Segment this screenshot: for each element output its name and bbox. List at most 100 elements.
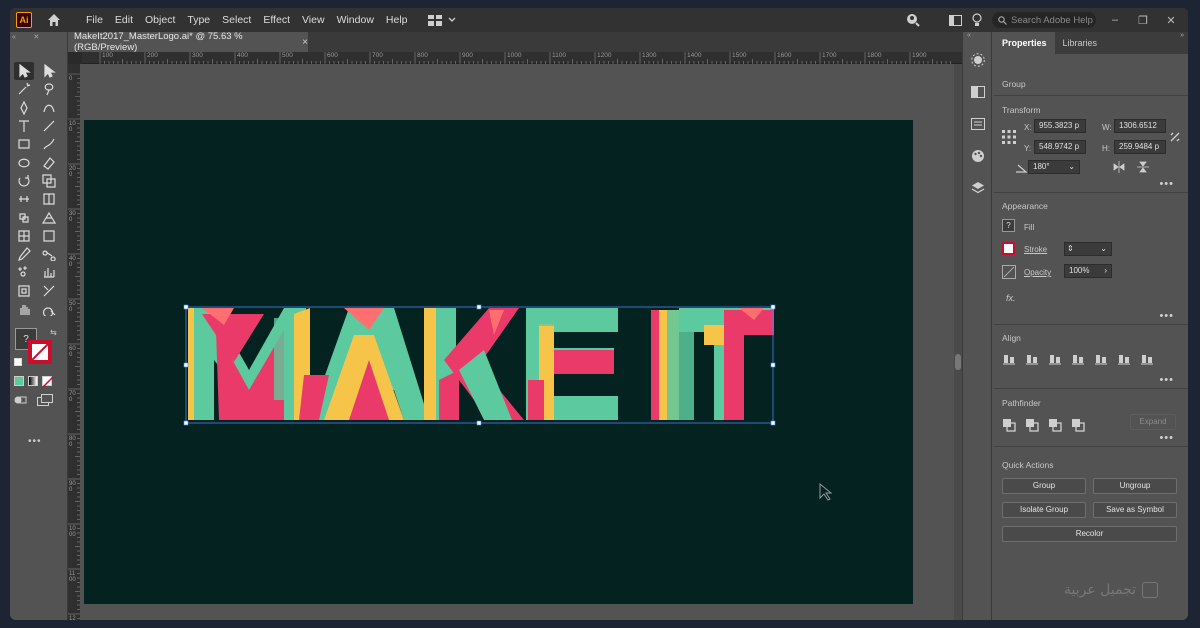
- gradient-mode-icon[interactable]: [28, 376, 38, 386]
- free-transform-tool[interactable]: [39, 190, 59, 208]
- screen-mode-icon[interactable]: [37, 394, 53, 406]
- align-bottom-icon[interactable]: [1140, 352, 1154, 366]
- stroke-swatch-panel[interactable]: [1002, 242, 1015, 255]
- close-window-button[interactable]: ✕: [1162, 14, 1180, 27]
- menu-edit[interactable]: Edit: [109, 8, 139, 32]
- reference-point-icon[interactable]: [1002, 130, 1016, 144]
- appearance-more-button[interactable]: •••: [1159, 310, 1174, 322]
- mesh-tool[interactable]: [14, 227, 34, 245]
- width-field[interactable]: 1306.6512: [1114, 119, 1166, 133]
- app-logo[interactable]: Ai: [16, 12, 32, 28]
- user-search-icon[interactable]: [905, 12, 921, 28]
- transform-more-button[interactable]: •••: [1159, 178, 1174, 190]
- menu-object[interactable]: Object: [139, 8, 181, 32]
- eyedropper-tool[interactable]: [14, 245, 34, 263]
- draw-mode-icon[interactable]: [14, 394, 27, 406]
- artboard[interactable]: [84, 120, 913, 604]
- exclude-icon[interactable]: [1071, 418, 1085, 432]
- height-field[interactable]: 259.9484 p: [1114, 140, 1166, 154]
- align-vertical-center-icon[interactable]: [1117, 352, 1131, 366]
- restore-button[interactable]: ❐: [1134, 14, 1152, 27]
- swap-colors-icon[interactable]: ⇆: [50, 328, 57, 337]
- ungroup-button[interactable]: Ungroup: [1093, 478, 1177, 494]
- dock-artboards[interactable]: [963, 108, 993, 140]
- canvas[interactable]: [80, 64, 954, 620]
- collapse-panel-icon[interactable]: »: [1180, 32, 1184, 39]
- magic-wand-tool[interactable]: [14, 80, 34, 98]
- vertical-scrollbar[interactable]: [954, 64, 962, 620]
- zoom-tool[interactable]: [39, 300, 59, 318]
- fx-icon[interactable]: fx.: [1006, 293, 1016, 303]
- hand-tool[interactable]: [14, 300, 34, 318]
- intersect-icon[interactable]: [1048, 418, 1062, 432]
- horizontal-ruler[interactable]: 100 200 300 400 500 600 700 800 900 1000 1100 1200 1…: [82, 52, 962, 64]
- menu-effect[interactable]: Effect: [257, 8, 296, 32]
- letter-k[interactable]: [424, 308, 524, 420]
- letter-m[interactable]: [188, 308, 310, 420]
- menu-view[interactable]: View: [296, 8, 331, 32]
- curvature-tool[interactable]: [39, 99, 59, 117]
- type-tool[interactable]: [14, 117, 34, 135]
- stroke-label[interactable]: Stroke: [1024, 245, 1047, 254]
- none-mode-icon[interactable]: [42, 376, 53, 387]
- letter-e[interactable]: [526, 308, 618, 420]
- unite-icon[interactable]: [1002, 418, 1016, 432]
- close-tab-icon[interactable]: ×: [302, 37, 308, 48]
- width-tool[interactable]: [14, 190, 34, 208]
- save-as-symbol-button[interactable]: Save as Symbol: [1093, 502, 1177, 518]
- tab-properties[interactable]: Properties: [994, 32, 1055, 54]
- group-button[interactable]: Group: [1002, 478, 1086, 494]
- pen-tool[interactable]: [14, 99, 34, 117]
- selection-tool[interactable]: [14, 62, 34, 81]
- lasso-tool[interactable]: [39, 80, 59, 98]
- opacity-label[interactable]: Opacity: [1024, 268, 1051, 277]
- dock-color-themes[interactable]: [963, 140, 993, 172]
- align-horizontal-center-icon[interactable]: [1048, 352, 1062, 366]
- make-it-artwork[interactable]: [84, 120, 913, 604]
- workspace-switcher[interactable]: [427, 14, 456, 26]
- align-to-selection-icon[interactable]: [1002, 352, 1016, 366]
- eraser-tool[interactable]: [39, 153, 59, 171]
- letter-a[interactable]: [299, 308, 429, 420]
- lightbulb-icon[interactable]: [972, 13, 982, 27]
- recolor-button[interactable]: Recolor: [1002, 526, 1177, 542]
- direct-selection-tool[interactable]: [39, 62, 59, 80]
- menu-file[interactable]: File: [80, 8, 109, 32]
- column-graph-tool[interactable]: [39, 263, 59, 281]
- menu-help[interactable]: Help: [380, 8, 414, 32]
- flip-horizontal-icon[interactable]: [1112, 160, 1126, 174]
- color-mode-icon[interactable]: [14, 376, 24, 386]
- x-field[interactable]: 955.3823 p: [1034, 119, 1086, 133]
- collapse-dock-icon[interactable]: «: [963, 32, 991, 44]
- symbol-sprayer-tool[interactable]: [14, 263, 34, 281]
- link-icon[interactable]: [1168, 130, 1182, 144]
- slice-tool[interactable]: [39, 282, 59, 300]
- tab-libraries[interactable]: Libraries: [1055, 32, 1106, 54]
- opacity-field[interactable]: 100% ›: [1064, 264, 1112, 278]
- rotate-field[interactable]: 180° ⌄: [1028, 160, 1080, 174]
- dock-transparency[interactable]: [963, 76, 993, 108]
- expand-button[interactable]: Expand: [1130, 414, 1176, 430]
- align-left-icon[interactable]: [1025, 352, 1039, 366]
- artboard-tool[interactable]: [14, 282, 34, 300]
- rectangle-tool[interactable]: [14, 135, 34, 153]
- ruler-origin[interactable]: [68, 52, 82, 64]
- align-right-icon[interactable]: [1071, 352, 1085, 366]
- stroke-weight-field[interactable]: ⇕ ⌄: [1064, 242, 1112, 256]
- home-icon[interactable]: [46, 12, 62, 28]
- help-search-input[interactable]: Search Adobe Help: [992, 12, 1096, 28]
- rotate-tool[interactable]: [14, 172, 34, 190]
- blend-tool[interactable]: [39, 245, 59, 263]
- menu-window[interactable]: Window: [331, 8, 380, 32]
- gradient-tool[interactable]: [39, 227, 59, 245]
- align-top-icon[interactable]: [1094, 352, 1108, 366]
- menu-select[interactable]: Select: [216, 8, 257, 32]
- shaper-tool[interactable]: [14, 153, 34, 171]
- scroll-thumb[interactable]: [955, 354, 961, 370]
- default-colors-icon[interactable]: [14, 358, 22, 366]
- vertical-ruler[interactable]: 0 100 200 300 400 500 600 700 800 900 1000 1100 1200: [68, 64, 80, 620]
- minus-front-icon[interactable]: [1025, 418, 1039, 432]
- panel-toggle-icon[interactable]: [949, 14, 962, 26]
- edit-toolbar-button[interactable]: •••: [28, 436, 42, 447]
- menu-type[interactable]: Type: [181, 8, 216, 32]
